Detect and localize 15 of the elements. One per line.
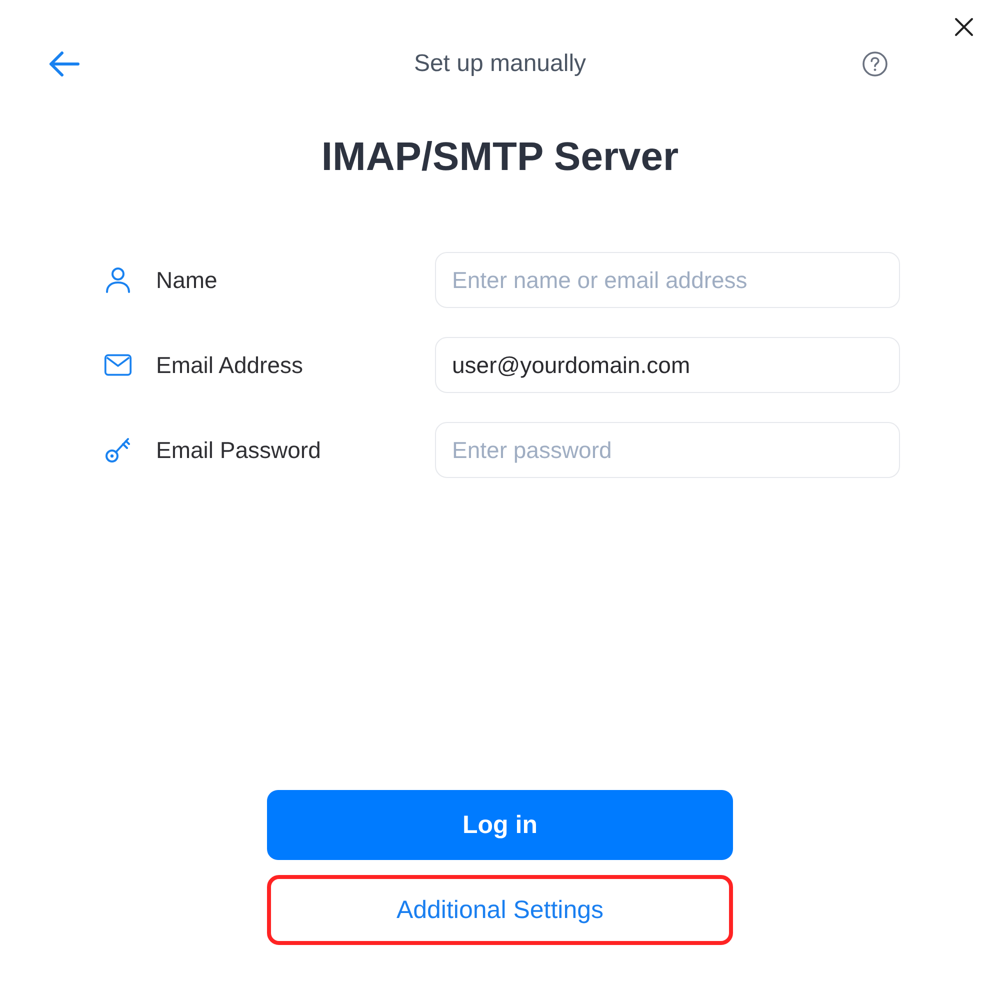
input-field[interactable]: Enter name or email address [435, 252, 900, 308]
back-button[interactable] [48, 51, 80, 77]
settings-button[interactable]: Additional Settings [267, 875, 733, 945]
login-button[interactable]: Log in [267, 790, 733, 860]
input-field[interactable]: user@yourdomain.com [435, 337, 900, 393]
close-button[interactable] [954, 17, 974, 37]
key-icon [104, 436, 132, 464]
person-icon [104, 266, 132, 294]
help-button[interactable] [862, 51, 888, 77]
field-label: Email Password [156, 436, 321, 464]
input-field[interactable]: Enter password [435, 422, 900, 478]
field-label: Email Address [156, 352, 304, 378]
form-heading: IMAP/SMTP Server [320, 134, 680, 181]
page-title: Set up manually [414, 49, 586, 79]
field-label: Name [156, 266, 218, 294]
